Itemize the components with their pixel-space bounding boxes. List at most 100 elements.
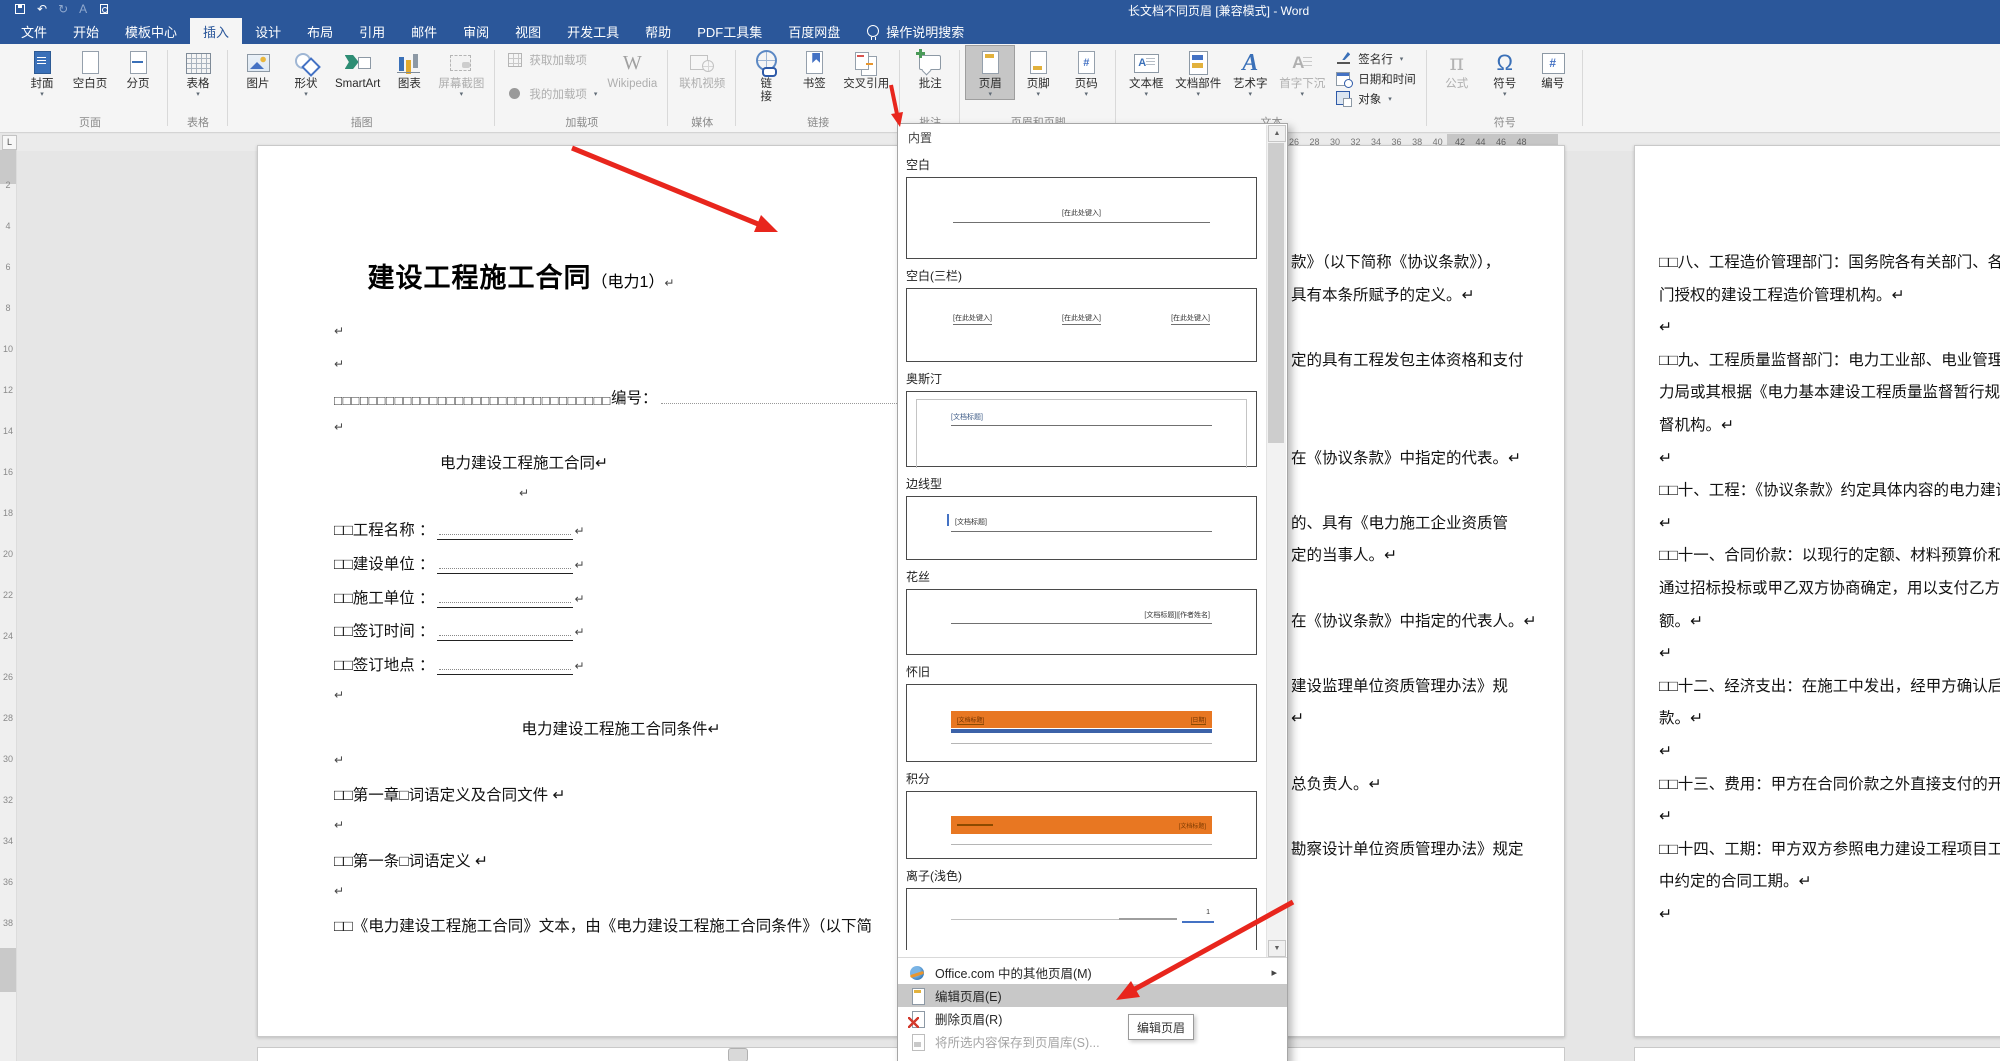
fill-in-blank[interactable] [437, 556, 573, 574]
page-break-button[interactable]: 分页 [114, 46, 162, 91]
print-preview-icon[interactable] [98, 3, 110, 15]
gallery-item-preview: [文档标题] [906, 496, 1257, 560]
object-button[interactable]: 对象 ▾ [1332, 90, 1419, 108]
empty-paragraph: ↵ [334, 686, 344, 704]
wikipedia-glyph: W [618, 49, 646, 77]
tab-file[interactable]: 文件 [8, 18, 60, 44]
quick-access-toolbar: ↶ ↻ A [14, 2, 110, 16]
tab-baidu-pan[interactable]: 百度网盘 [775, 18, 853, 44]
document-page-4[interactable] [257, 1047, 1000, 1061]
header-style-ion-light[interactable]: 离子(浅色) 1 [906, 867, 1261, 950]
chart-button[interactable]: 图表 [385, 46, 433, 91]
chevron-down-icon: ▾ [1084, 91, 1088, 99]
scroll-up-icon[interactable]: ▲ [1268, 125, 1286, 142]
vertical-ruler[interactable]: 2 4 6 8 10 12 14 16 18 20 22 24 26 28 30… [0, 150, 17, 1061]
ruler-numbers: 2 4 6 8 10 12 14 16 18 20 22 24 26 28 30… [0, 165, 16, 944]
paragraph-mark: ↵ [334, 324, 344, 338]
tab-developer[interactable]: 开发工具 [554, 18, 632, 44]
page-number-button[interactable]: # 页码 ▾ [1062, 46, 1110, 99]
preview-rule [951, 425, 1212, 426]
gallery-item-label: 空白 [906, 156, 1261, 173]
quick-parts-button[interactable]: 文档部件 ▾ [1170, 46, 1226, 99]
symbol-icon: Ω [1491, 49, 1519, 77]
comment-button[interactable]: 批注 [906, 46, 954, 91]
document-page-3[interactable]: □□八、工程造价管理部门：国务院各有关部门、各级建设 门授权的建设工程造价管理机… [1634, 145, 2000, 1037]
tab-pdf-tools[interactable]: PDF工具集 [684, 18, 775, 44]
serial-number-label: 编号： [611, 386, 658, 408]
text-box-button[interactable]: A 文本框 ▾ [1122, 46, 1170, 99]
empty-paragraph: ↵ [334, 355, 344, 373]
date-time-button[interactable]: 日期和时间 [1332, 70, 1419, 88]
menu-item-more-headers-from-office[interactable]: Office.com 中的其他页眉(M) ▸ [898, 961, 1287, 984]
button-label: 日期和时间 [1358, 71, 1416, 87]
fill-in-blank[interactable] [437, 590, 573, 608]
header-style-sideline[interactable]: 边线型 [文档标题] [906, 475, 1261, 560]
cover-page-button[interactable]: 封面 ▾ [18, 46, 66, 99]
tab-insert[interactable]: 插入 [190, 18, 242, 44]
ribbon-group-media: 联机视频 媒体 [668, 44, 736, 132]
document-page-6[interactable] [1634, 1047, 2000, 1061]
header-style-retrospect[interactable]: 怀旧 [文档标题] [日期] [906, 663, 1261, 762]
cross-reference-button[interactable]: 交叉引用 [838, 46, 894, 91]
tab-template-center[interactable]: 模板中心 [112, 18, 190, 44]
field-row-project-name: □□工程名称 ：↵ [334, 518, 585, 540]
object-icon [1335, 90, 1353, 108]
header-style-filigree[interactable]: 花丝 [文档标题]|[作者姓名] [906, 568, 1261, 655]
fill-in-blank[interactable] [437, 657, 573, 675]
picture-button[interactable]: 图片 [234, 46, 282, 91]
group-name-tables: 表格 [174, 117, 222, 132]
save-icon[interactable] [14, 3, 26, 15]
field-label: □□签订地点 ： [334, 657, 435, 674]
smartart-button[interactable]: SmartArt [330, 46, 385, 91]
menu-item-edit-header[interactable]: 编辑页眉(E) [898, 984, 1287, 1007]
footer-button[interactable]: 页脚 ▾ [1014, 46, 1062, 99]
tab-mailings[interactable]: 邮件 [398, 18, 450, 44]
button-label: 获取加载项 [529, 52, 587, 68]
field-row-sign-date: □□签订时间 ：↵ [334, 619, 585, 641]
signature-line-button[interactable]: 签名行 ▾ [1332, 50, 1419, 68]
chevron-down-icon: ▾ [1196, 91, 1200, 99]
wikipedia-icon: W [618, 49, 646, 77]
menu-item-label: 删除页眉(R) [935, 1009, 1002, 1028]
menu-item-label: Office.com 中的其他页眉(M) [935, 963, 1092, 982]
tab-references[interactable]: 引用 [346, 18, 398, 44]
tab-home[interactable]: 开始 [60, 18, 112, 44]
tab-layout[interactable]: 布局 [294, 18, 346, 44]
tab-stop-selector[interactable]: L [2, 135, 17, 150]
button-label: 页脚 [1027, 78, 1050, 91]
tab-view[interactable]: 视图 [502, 18, 554, 44]
table-button[interactable]: 表格 ▾ [174, 46, 222, 99]
gallery-scrollbar[interactable]: ▲ ▼ [1266, 125, 1286, 957]
symbol-button[interactable]: Ω 符号 ▾ [1481, 46, 1529, 99]
bookmark-button[interactable]: 书签 [790, 46, 838, 91]
format-font-icon[interactable]: A [79, 3, 87, 15]
header-style-blank[interactable]: 空白 [在此处键入] [906, 156, 1261, 259]
number-button[interactable]: # 编号 [1529, 46, 1577, 91]
tab-review[interactable]: 审阅 [450, 18, 502, 44]
header-style-integral[interactable]: 积分 [文档标题] [906, 770, 1261, 859]
link-button[interactable]: 链 接 [742, 46, 790, 104]
link-icon [752, 49, 780, 77]
document-page-1[interactable]: 建设工程施工合同（电力1）↵ ↵ ↵ □□□□□□□□□□□□□□□□□□□□□… [257, 145, 1000, 1037]
scroll-down-icon[interactable]: ▼ [1268, 940, 1286, 957]
menu-item-remove-header[interactable]: 删除页眉(R) [898, 1007, 1287, 1030]
header-style-austin[interactable]: 奥斯汀 [文档标题] [906, 370, 1261, 467]
fill-in-blank[interactable] [437, 522, 573, 540]
blank-page-button[interactable]: 空白页 [66, 46, 114, 91]
scrollbar-thumb[interactable] [1268, 143, 1284, 443]
redo-icon[interactable]: ↻ [58, 3, 68, 15]
header-style-blank-three-columns[interactable]: 空白(三栏) [在此处键入] [在此处键入] [在此处键入] [906, 267, 1261, 362]
fill-in-blank[interactable] [437, 623, 573, 641]
tab-help[interactable]: 帮助 [632, 18, 684, 44]
wordart-button[interactable]: A 艺术字 ▾ [1226, 46, 1274, 99]
button-label: 表格 [187, 78, 210, 91]
tell-me-search[interactable]: 操作说明搜索 [867, 18, 964, 44]
plus-icon [916, 49, 925, 58]
header-button[interactable]: 页眉 ▾ [966, 46, 1014, 99]
undo-icon[interactable]: ↶ [37, 3, 47, 15]
gallery-item-label: 奥斯汀 [906, 370, 1261, 387]
get-addins-icon [506, 51, 524, 69]
button-label: 对象 [1358, 91, 1381, 107]
shapes-button[interactable]: 形状 ▾ [282, 46, 330, 99]
tab-design[interactable]: 设计 [242, 18, 294, 44]
